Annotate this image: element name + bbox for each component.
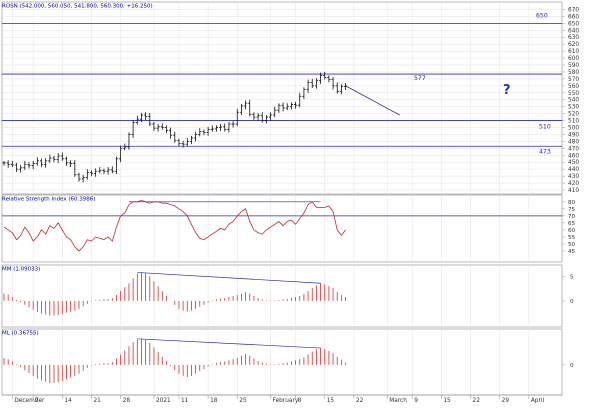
question-mark-annotation: ?: [503, 83, 511, 98]
y-tick-label: 620: [568, 42, 579, 48]
y-tick-label: 55: [568, 235, 576, 241]
y-tick-label: 0: [570, 363, 574, 369]
x-tick-label: December: [14, 398, 45, 404]
x-tick-label: 15: [327, 398, 335, 404]
y-tick-label: 450: [568, 160, 579, 166]
y-tick-label: 470: [568, 146, 579, 152]
level-label-577: 577: [414, 75, 426, 82]
y-tick-label: 600: [568, 56, 579, 62]
y-tick-label: 490: [568, 132, 579, 138]
y-tick-label: 5: [570, 274, 574, 280]
rsi-panel-title: Relative Strength Index (60.3986): [2, 197, 95, 203]
x-tick-label: 9: [414, 398, 418, 404]
y-tick-label: 50: [568, 242, 576, 248]
x-tick-label: 22: [473, 398, 481, 404]
y-tick-label: 65: [568, 221, 576, 227]
x-tick-label: April: [531, 398, 545, 404]
y-tick-label: 500: [568, 126, 579, 132]
x-tick-label: 29: [502, 398, 510, 404]
y-tick-label: 440: [568, 167, 579, 173]
x-tick-label: 11: [181, 398, 189, 404]
x-tick-label: 21: [93, 398, 101, 404]
x-tick-label: March: [389, 398, 407, 404]
x-tick-label: 2021: [156, 398, 171, 404]
level-label-510: 510: [539, 124, 551, 131]
x-tick-label: 22: [356, 398, 364, 404]
y-tick-label: 520: [568, 112, 579, 118]
ml-panel-frame: [1, 328, 563, 396]
y-tick-label: 570: [568, 77, 579, 83]
rsi-panel-frame: [1, 194, 563, 263]
y-tick-label: 430: [568, 174, 579, 180]
ml-trendline: [137, 338, 321, 349]
price-panel-frame: [1, 1, 563, 195]
x-tick-label: 8: [298, 398, 302, 404]
y-tick-label: 410: [568, 188, 579, 194]
mm-panel-title: MM (1.09033): [2, 267, 40, 273]
y-tick-label: 660: [568, 14, 579, 20]
y-tick-label: 60: [568, 228, 576, 234]
y-tick-label: 650: [568, 21, 579, 27]
chart-canvas[interactable]: 650577510473 December7 14 21 28 2021 11 18 25 Fe…: [0, 0, 590, 414]
y-tick-label: 45: [568, 249, 576, 255]
y-tick-label: 590: [568, 63, 579, 69]
y-tick-label: 550: [568, 91, 579, 97]
x-tick-label: 7: [35, 398, 39, 404]
chart-window: 650 577 510 473 December 7 14 21 28 2021 11 18 25 Fe…: [0, 0, 590, 414]
mm-panel-frame: [1, 264, 563, 328]
y-tick-label: 75: [568, 207, 576, 213]
mm-trendline: [137, 272, 321, 284]
y-tick-label: 640: [568, 28, 579, 34]
y-tick-label: 580: [568, 70, 579, 76]
y-tick-label: 80: [568, 200, 576, 206]
y-tick-label: 630: [568, 35, 579, 41]
price-panel-title: ROSN (542.000, 560.050, 541.800, 560.300…: [2, 4, 153, 10]
x-tick-label: 15: [443, 398, 451, 404]
x-tick-label: 25: [239, 398, 247, 404]
x-tick-label: 14: [64, 398, 72, 404]
y-tick-label: 70: [568, 214, 576, 220]
y-tick-label: 480: [568, 139, 579, 145]
x-tick-label: 18: [210, 398, 218, 404]
y-tick-label: 560: [568, 84, 579, 90]
y-tick-label: 540: [568, 98, 579, 104]
y-tick-label: 670: [568, 7, 579, 13]
level-label-473: 473: [539, 148, 551, 155]
level-label-650: 650: [536, 12, 548, 19]
rsi-line: [3, 199, 346, 252]
ml-panel-title: ML (0.36755): [2, 331, 39, 337]
y-tick-label: 0: [570, 299, 574, 305]
y-tick-label: 530: [568, 105, 579, 111]
x-tick-label: February: [273, 398, 299, 404]
y-tick-label: 510: [568, 119, 579, 125]
x-tick-label: 28: [123, 398, 131, 404]
y-tick-label: 460: [568, 153, 579, 159]
y-tick-label: 610: [568, 49, 579, 55]
y-tick-label: 420: [568, 181, 579, 187]
